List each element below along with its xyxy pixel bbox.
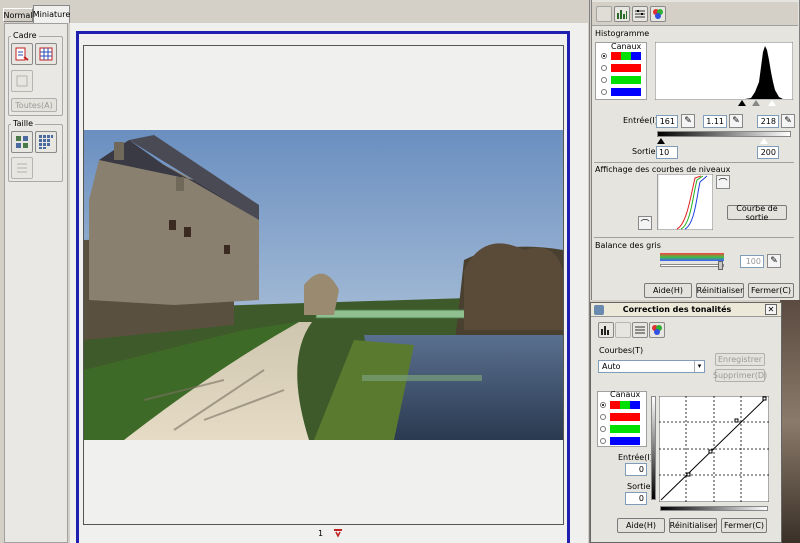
preset-value: Auto [602, 362, 621, 371]
channel-green-radio[interactable] [601, 77, 607, 83]
tone-close-icon[interactable]: ✕ [765, 304, 777, 315]
channel-red-radio[interactable] [601, 65, 607, 71]
histogram-label: Histogramme [595, 29, 650, 38]
channel-blue-radio[interactable] [601, 89, 607, 95]
grey-slider-thumb[interactable] [718, 261, 723, 270]
output-white-field[interactable]: 200 [757, 146, 779, 159]
grey-balance-label: Balance des gris [595, 241, 661, 250]
delete-curve-button[interactable]: Supprimer(D) [713, 369, 767, 382]
tone-aide-button[interactable]: Aide(H) [617, 518, 665, 533]
adjust-close-button[interactable]: Fermer(C) [748, 283, 794, 298]
tone-horizontal-gradient [660, 506, 768, 511]
divider-2 [594, 237, 794, 238]
black-eyedropper-icon[interactable]: ✎ [681, 114, 695, 128]
tone-sortie-field[interactable]: 0 [625, 492, 647, 505]
tone-dialog-title: Correction des tonalités [622, 305, 732, 314]
desktop-background [780, 300, 800, 543]
auto-frame-icon[interactable] [11, 43, 33, 65]
taille-label: Taille [11, 119, 36, 128]
preset-select[interactable]: Auto ▾ [598, 360, 705, 373]
gamma-marker[interactable] [752, 100, 760, 106]
channel-rgb-radio[interactable] [601, 53, 607, 59]
tone-green-radio[interactable] [600, 426, 606, 432]
save-curve-button[interactable]: Enregistrer [715, 353, 765, 366]
tone-entree-field[interactable]: 0 [625, 463, 647, 476]
grey-value-field[interactable]: 100 [740, 255, 764, 268]
output-white-marker[interactable] [760, 138, 768, 144]
tone-rgb-radio[interactable] [600, 402, 606, 408]
tab-miniature[interactable]: Miniature [33, 5, 70, 23]
output-black-marker[interactable] [657, 138, 665, 144]
tone-reset-button[interactable]: Réinitialiser [669, 518, 717, 533]
histogram-graph [655, 42, 793, 100]
chevron-down-icon[interactable]: ▾ [694, 361, 704, 372]
histogram-tool-icon[interactable] [614, 6, 630, 22]
grey-slider[interactable] [660, 264, 724, 267]
output-black-field[interactable]: 10 [656, 146, 678, 159]
tone-red-radio[interactable] [600, 414, 606, 420]
white-point-marker[interactable] [768, 100, 776, 106]
tone-close-button[interactable]: Fermer(C) [721, 518, 767, 533]
page-number: 1 [318, 529, 324, 538]
divider-1 [594, 162, 794, 163]
curves-label: Affichage des courbes de niveaux [595, 165, 731, 174]
canaux-label: Canaux [611, 42, 642, 51]
red-swatch[interactable] [611, 64, 641, 72]
tone-curve-graph[interactable] [659, 396, 769, 502]
page-marker-icon[interactable] [333, 528, 343, 540]
courbes-label: Courbes(T) [599, 346, 644, 355]
black-point-marker[interactable] [738, 100, 746, 106]
thumb-small-icon[interactable] [35, 131, 57, 153]
rgb-swatch[interactable] [611, 52, 641, 60]
tone-blue-radio[interactable] [600, 438, 606, 444]
green-swatch[interactable] [611, 76, 641, 84]
blue-swatch[interactable] [611, 88, 641, 96]
tone-green-swatch[interactable] [610, 425, 640, 433]
tool-blank-icon[interactable] [596, 6, 612, 22]
gray-eyedropper-icon[interactable]: ✎ [729, 114, 743, 128]
levels-tool-icon[interactable] [632, 6, 648, 22]
grey-eyedropper-icon[interactable]: ✎ [767, 254, 781, 268]
curve-preset-1-icon[interactable]: ⌒ [716, 175, 730, 189]
level-curves-graph [657, 174, 713, 230]
frame-grid-icon[interactable] [35, 43, 57, 65]
scanned-photo[interactable] [84, 130, 563, 440]
frame-disabled-icon[interactable] [11, 70, 33, 92]
courbe-sortie-button[interactable]: Courbe de sortie [727, 204, 787, 222]
tone-entree-label: Entrée(I): [618, 453, 656, 462]
tone-histogram-icon[interactable] [598, 322, 614, 338]
toutes-button[interactable]: Toutes(A) [11, 98, 57, 112]
curve-preset-2-icon[interactable]: ⌒ [638, 216, 652, 230]
tone-sortie-label: Sortie: [627, 482, 654, 491]
input-gamma-field[interactable]: 1.11 [703, 115, 727, 128]
white-eyedropper-icon[interactable]: ✎ [781, 114, 795, 128]
tone-vertical-gradient [651, 396, 656, 500]
output-gradient [657, 131, 791, 137]
tone-app-icon [594, 305, 604, 315]
input-black-field[interactable]: 161 [656, 115, 678, 128]
tone-blue-swatch[interactable] [610, 437, 640, 445]
tone-canaux-label: Canaux [610, 390, 641, 399]
cadre-label: Cadre [11, 31, 39, 40]
tone-rgb-swatch[interactable] [610, 401, 640, 409]
tone-levels-icon[interactable] [632, 322, 648, 338]
tone-curve-icon[interactable] [615, 322, 631, 338]
input-white-field[interactable]: 218 [757, 115, 779, 128]
thumb-list-icon[interactable] [11, 157, 33, 179]
tone-red-swatch[interactable] [610, 413, 640, 421]
adjust-reset-button[interactable]: Réinitialiser [696, 283, 744, 298]
tab-normal[interactable]: Normal [3, 8, 33, 22]
adjust-aide-button[interactable]: Aide(H) [644, 283, 692, 298]
entree-label: Entrée(I): [623, 116, 661, 125]
sortie-label: Sortie: [632, 147, 659, 156]
grey-gradient [660, 253, 724, 261]
color-balance-icon[interactable] [650, 6, 666, 22]
thumb-large-icon[interactable] [11, 131, 33, 153]
tone-color-icon[interactable] [649, 322, 665, 338]
